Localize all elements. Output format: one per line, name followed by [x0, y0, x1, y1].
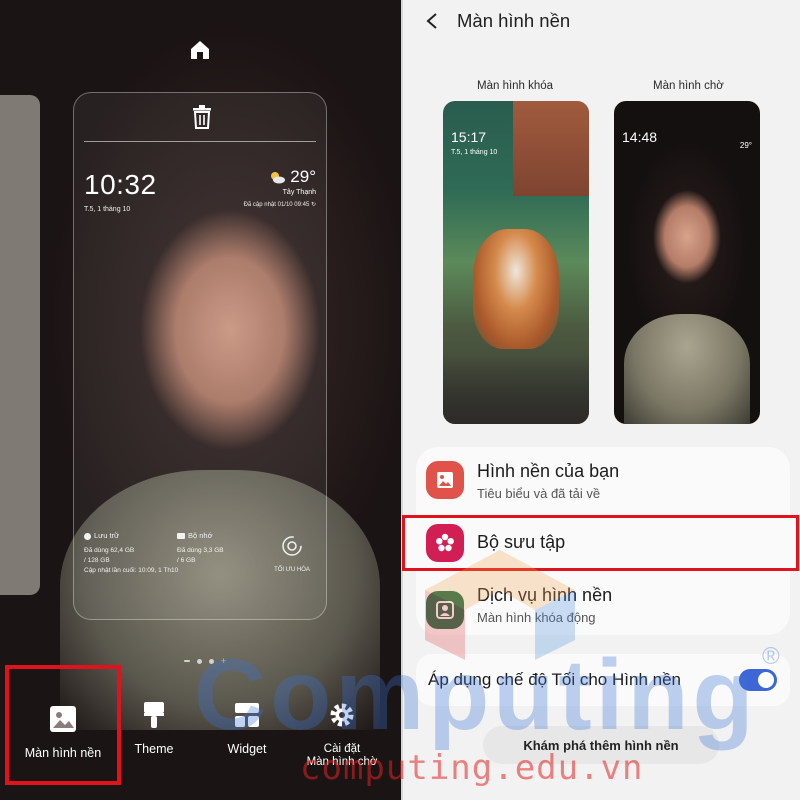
lock-screen-preview[interactable]: 10:32 T.5, 1 tháng 10 29° Tây Thạnh Đã c… [73, 92, 327, 620]
optimize-widget: TỐI ƯU HÓA [272, 535, 312, 573]
partly-sunny-icon [270, 172, 285, 184]
image-icon [50, 706, 76, 732]
weather-location: Tây Thạnh [282, 189, 316, 196]
home-screen-label: Màn hình chờ [653, 80, 724, 92]
divider [84, 141, 316, 142]
previous-page-card[interactable] [0, 95, 40, 595]
corgi-image [473, 229, 559, 349]
trash-icon[interactable] [191, 105, 213, 129]
lock-screen-label: Màn hình khóa [477, 80, 554, 92]
lock-clock: 10:32 [84, 169, 157, 200]
page-title: Màn hình nền [457, 10, 571, 31]
brush-icon [144, 702, 164, 728]
weather-widget: 29° Tây Thạnh Đã cập nhật 01/10 09:45 ↻ [244, 167, 316, 208]
watermark-registered: ® [762, 643, 780, 670]
theme-button[interactable]: Theme [126, 700, 182, 756]
storage-icon [84, 532, 91, 540]
weather-updated: Đã cập nhật 01/10 09:45 ↻ [243, 202, 316, 208]
watermark-url: computing.edu.vn [300, 748, 644, 788]
wallpaper-button[interactable]: Màn hình nền [5, 665, 121, 785]
thumb-weather: 29° [739, 141, 752, 150]
storage-widget: Lưu trữ Đã dùng 62,4 GB / 128 GB Cập nhậ… [84, 531, 179, 574]
lock-screen-thumbnail[interactable]: 15:17 T.5, 1 tháng 10 [443, 101, 589, 424]
back-arrow-icon[interactable] [425, 12, 439, 30]
watermark-word: Computing [194, 639, 758, 751]
optimize-icon [282, 536, 302, 556]
lock-date: T.5, 1 tháng 10 [84, 206, 131, 213]
memory-widget: Bộ nhớ Đã dùng 3,3 GB / 6 GB [177, 531, 224, 564]
your-wallpapers-item[interactable]: Hình nền của bạn Tiêu biểu và đã tải về [416, 447, 790, 509]
memory-icon [177, 533, 185, 539]
thumb-clock: 15:17 [451, 129, 487, 145]
picture-icon [426, 461, 464, 499]
thumb-date: T.5, 1 tháng 10 [451, 149, 498, 156]
home-screen-thumbnail[interactable]: 14:48 29° [614, 101, 760, 424]
weather-temp: 29° [290, 167, 316, 186]
thumb-clock: 14:48 [622, 129, 658, 145]
home-icon[interactable] [188, 38, 212, 62]
